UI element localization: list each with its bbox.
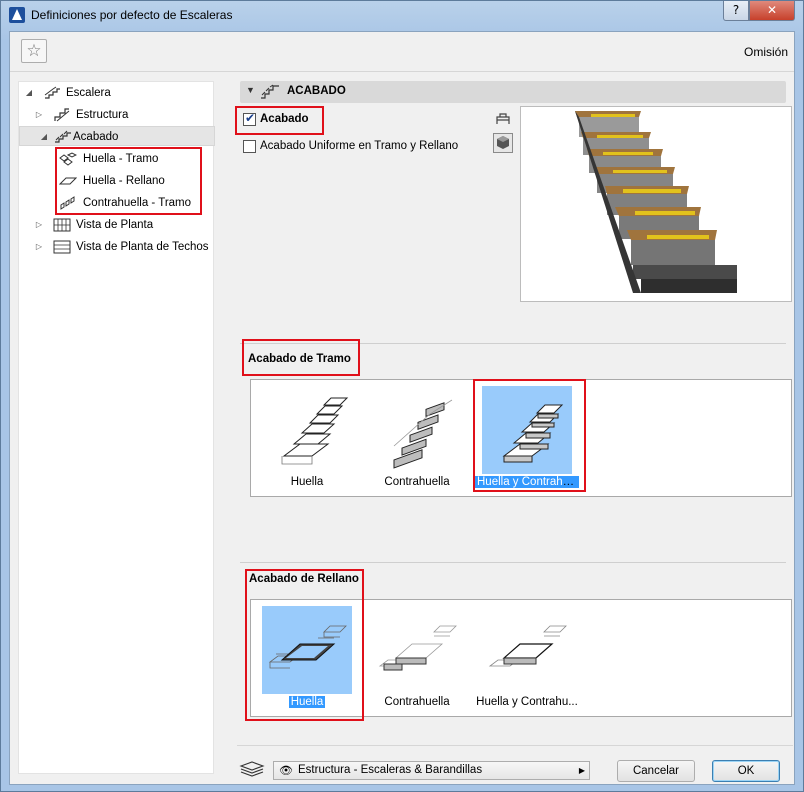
option-label: Contrahuella xyxy=(384,696,450,708)
cancel-button[interactable]: Cancelar xyxy=(617,760,695,782)
uniforme-checkbox[interactable] xyxy=(243,140,256,153)
structure-icon xyxy=(54,108,70,122)
stair-3d-preview xyxy=(520,106,792,302)
layer-dropdown[interactable]: 👁 Estructura - Escaleras & Barandillas ▶ xyxy=(273,761,590,780)
highlight-box-tramo-selected xyxy=(473,379,586,492)
highlight-box-acabado xyxy=(235,106,324,135)
tree-item-label: Vista de Planta de Techos xyxy=(76,241,209,253)
finish-icon xyxy=(261,84,279,99)
tree-item-label: Estructura xyxy=(76,109,129,121)
tree-item-label: Vista de Planta xyxy=(76,219,154,231)
collapse-arrow-icon[interactable]: ◢ xyxy=(38,127,50,147)
preview-3d-icon[interactable] xyxy=(493,133,513,153)
layers-icon xyxy=(239,761,265,777)
landing-riser-thumbnail xyxy=(378,625,457,671)
dialog-window: Definiciones por defecto de Escaleras ? … xyxy=(0,0,804,792)
window-title: Definiciones por defecto de Escaleras xyxy=(31,8,233,22)
tramo-option-huella[interactable]: Huella xyxy=(255,382,359,490)
settings-panel: ▼ ACABADO Acabado Acabado Uniforme en Tr… xyxy=(229,81,792,774)
landing-tread-riser-thumbnail xyxy=(488,625,567,667)
top-divider xyxy=(10,71,794,72)
close-button[interactable]: ✕ xyxy=(749,1,795,21)
tree-item-vista-de-planta[interactable]: ▷ Vista de Planta xyxy=(33,215,211,235)
tramo-option-contrahuella[interactable]: Contrahuella xyxy=(365,382,469,490)
dropdown-arrow-icon: ▶ xyxy=(578,766,585,775)
settings-tree: ◢ Escalera ▷ Estructura ◢ Acabado Huella… xyxy=(18,81,215,774)
tree-item-label: Escalera xyxy=(66,87,111,99)
collapse-caret-icon[interactable]: ▼ xyxy=(246,85,255,95)
option-label: Contrahuella xyxy=(384,476,450,488)
rellano-option-contrahuella[interactable]: Contrahuella xyxy=(365,602,469,710)
stair-preview-image xyxy=(521,107,791,301)
rellano-divider xyxy=(240,562,786,563)
option-label: Huella y Contrahu... xyxy=(476,696,578,708)
uniforme-checkbox-label[interactable]: Acabado Uniforme en Tramo y Rellano xyxy=(260,140,458,152)
eye-icon: 👁 xyxy=(279,764,293,777)
tread-stair-thumbnail xyxy=(281,397,349,465)
expand-arrow-icon[interactable]: ▷ xyxy=(33,215,45,235)
option-label: Huella xyxy=(290,476,324,488)
favorites-star-button[interactable]: ☆ xyxy=(21,39,47,63)
rellano-option-huella-y-contrahuella[interactable]: Huella y Contrahu... xyxy=(475,602,579,710)
preview-plan-icon[interactable] xyxy=(493,110,513,130)
omision-label[interactable]: Omisión xyxy=(744,45,788,59)
ceiling-plan-icon xyxy=(53,240,71,254)
archicad-icon xyxy=(9,7,25,23)
collapse-arrow-icon[interactable]: ◢ xyxy=(23,83,35,103)
tree-item-acabado[interactable]: ◢ Acabado xyxy=(19,126,215,146)
highlight-box-tramo-label xyxy=(242,339,360,376)
floor-plan-icon xyxy=(53,218,71,232)
tree-item-label: Acabado xyxy=(73,131,119,143)
stair-icon xyxy=(44,86,60,99)
riser-stair-thumbnail xyxy=(393,399,453,469)
section-title: ACABADO xyxy=(287,85,346,97)
dialog-body: ☆ Omisión ◢ Escalera ▷ Estructura ◢ Acab… xyxy=(9,31,795,785)
expand-arrow-icon[interactable]: ▷ xyxy=(33,237,45,257)
ok-button[interactable]: OK xyxy=(712,760,780,782)
tree-item-vista-de-planta-de-techos[interactable]: ▷ Vista de Planta de Techos xyxy=(33,237,211,257)
highlight-box-rellano xyxy=(245,569,364,721)
footer-divider xyxy=(237,745,793,746)
section-header-acabado[interactable]: ▼ ACABADO xyxy=(240,81,786,103)
expand-arrow-icon[interactable]: ▷ xyxy=(33,105,45,125)
title-bar[interactable]: Definiciones por defecto de Escaleras ? … xyxy=(1,1,803,31)
tree-item-estructura[interactable]: ▷ Estructura xyxy=(33,105,211,125)
highlight-box-subitems xyxy=(55,147,202,215)
finish-icon xyxy=(55,130,71,143)
layer-dropdown-value: Estructura - Escaleras & Barandillas xyxy=(298,764,483,776)
help-button[interactable]: ? xyxy=(723,1,749,21)
tree-item-escalera[interactable]: ◢ Escalera xyxy=(23,83,211,103)
